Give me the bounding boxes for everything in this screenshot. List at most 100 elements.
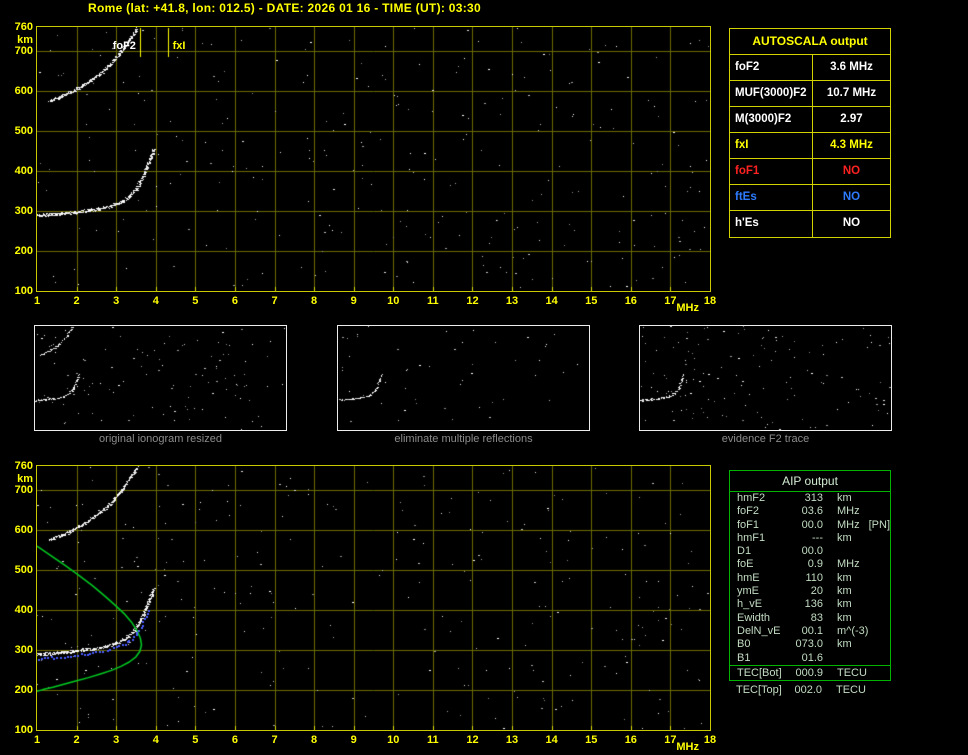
aip-row-label: foF1: [737, 518, 760, 531]
x-tick-label: 9: [350, 734, 357, 746]
autoscala-row-value: 2.97: [840, 113, 863, 125]
thumbnail-caption-evidence: evidence F2 trace: [721, 433, 810, 445]
x-tick-label: 8: [311, 734, 318, 746]
x-tick-label: 8: [311, 295, 318, 307]
x-tick-label: 18: [703, 734, 717, 746]
aip-row-tec-bot-: TEC[Bot] 000.9 TECU: [730, 664, 890, 680]
x-tick-label: 14: [545, 734, 558, 746]
x-tick-label: 15: [585, 295, 598, 307]
aip-table-header: AIP output: [730, 471, 890, 492]
aip-row-value: 313: [804, 492, 823, 504]
x-tick-label: 2: [73, 295, 80, 307]
aip-row-unit: MHz [PN]: [837, 518, 891, 531]
aip-row-ewidth: Ewidth 83 km: [730, 612, 890, 625]
x-tick-label: 16: [624, 734, 637, 746]
aip-row-tec-top-: TEC[Top] 002.0 TECU: [729, 684, 891, 697]
aip-row-b0: B0 073.0 km: [730, 638, 890, 651]
aip-row-unit: km: [837, 492, 852, 504]
aip-row-label: D1: [737, 545, 752, 558]
aip-row-value: 83: [810, 611, 823, 624]
aip-row-label: TEC[Top]: [736, 684, 782, 696]
aip-row-deln-ve: DelN_vE 00.1 m^(-3): [730, 625, 890, 638]
autoscala-row-fof1: foF1 NO: [730, 159, 890, 185]
aip-row-hmf2: hmF2 313 km: [730, 492, 890, 505]
aip-row-unit: km: [837, 638, 852, 651]
aip-row-fof2: foF2 03.6 MHz: [730, 505, 890, 518]
x-axis-unit: MHz: [676, 741, 699, 753]
aip-row-label: hmF1: [737, 531, 766, 544]
autoscala-row-label: M(3000)F2: [730, 107, 813, 132]
aip-row-foe: foE 0.9 MHz: [730, 558, 890, 571]
thumbnail-caption-eliminate: eliminate multiple reflections: [394, 433, 533, 445]
aip-row-label: TEC[Bot]: [737, 666, 782, 679]
autoscala-window: Rome (lat: +41.8, lon: 012.5) - DATE: 20…: [0, 0, 968, 755]
aip-row-value: 000.9: [795, 666, 823, 679]
aip-row-d1: D1 00.0: [730, 545, 890, 558]
aip-row-extra: [PN]: [868, 518, 891, 531]
aip-row-hmf1: hmF1 --- km: [730, 532, 890, 545]
aip-row-unit: MHz: [837, 505, 860, 518]
x-tick-label: 5: [192, 295, 199, 307]
x-tick-label: 4: [152, 295, 159, 307]
autoscala-row-value: 3.6 MHz: [830, 61, 873, 73]
top-ionogram-plot: [36, 26, 711, 292]
aip-row-unit: km: [837, 611, 852, 624]
y-axis-unit: km: [17, 34, 33, 46]
y-tick-label: 300: [14, 205, 33, 217]
x-tick-label: 7: [271, 734, 278, 746]
x-tick-label: 4: [152, 734, 159, 746]
y-tick-label: 500: [14, 125, 33, 137]
autoscala-row-label: fxI: [730, 133, 813, 158]
x-tick-label: 1: [33, 734, 41, 746]
x-tick-label: 16: [624, 295, 637, 307]
x-axis-unit: MHz: [676, 302, 699, 314]
autoscala-row-value: NO: [842, 217, 861, 229]
aip-row-yme: ymE 20 km: [730, 585, 890, 598]
aip-row-value: 136: [804, 598, 823, 611]
aip-row-value: 0.9: [807, 558, 823, 571]
autoscala-row-h-es: h'Es NO: [730, 211, 890, 237]
aip-row-unit: TECU: [837, 666, 867, 679]
aip-row-label: ymE: [737, 585, 759, 598]
x-tick-label: 3: [113, 734, 120, 746]
thumbnail-evidence-canvas: [640, 326, 891, 430]
window-title: Rome (lat: +41.8, lon: 012.5) - DATE: 20…: [88, 1, 481, 15]
aip-row-label: B0: [737, 638, 751, 651]
x-tick-label: 18: [703, 295, 717, 307]
x-tick-label: 3: [113, 295, 120, 307]
y-tick-label: 400: [14, 604, 33, 616]
aip-row-label: B1: [737, 651, 751, 664]
aip-row-value: 20: [810, 585, 823, 598]
x-tick-label: 12: [466, 734, 479, 746]
aip-row-value: 00.0: [801, 545, 823, 558]
aip-row-unit: [823, 545, 890, 558]
aip-row-b1: B1 01.6: [730, 652, 890, 665]
top-ionogram-canvas: [37, 27, 710, 291]
y-axis-unit: km: [17, 473, 33, 485]
aip-row-unit: km: [837, 598, 852, 611]
autoscala-row-value: 10.7 MHz: [826, 87, 877, 99]
x-tick-label: 13: [505, 734, 519, 746]
fxi-marker-label: fxI: [172, 40, 186, 52]
autoscala-row-m-3000-f2: M(3000)F2 2.97: [730, 107, 890, 133]
aip-row-unit: [823, 652, 890, 665]
aip-row-value: 00.0: [801, 518, 823, 531]
autoscala-row-value: NO: [842, 191, 861, 203]
thumbnail-eliminate-canvas: [338, 326, 589, 430]
aip-row-label: DelN_vE: [737, 624, 781, 637]
autoscala-row-muf-3000-f2: MUF(3000)F2 10.7 MHz: [730, 81, 890, 107]
x-tick-label: 15: [585, 734, 598, 746]
aip-row-value: ---: [812, 531, 823, 544]
thumbnail-evidence-f2: [639, 325, 892, 431]
aip-row-unit: km: [837, 585, 852, 598]
x-tick-label: 11: [427, 295, 439, 307]
aip-row-unit: km: [837, 531, 852, 544]
aip-output-table: AIP output hmF2 313 km foF2 03.6 MHz foF1 00.0 M…: [729, 470, 891, 681]
aip-row-unit: TECU: [836, 684, 866, 696]
thumbnail-caption-original: original ionogram resized: [99, 433, 222, 445]
aip-row-value: 002.0: [794, 684, 822, 696]
thumbnail-original-ionogram: [34, 325, 287, 431]
x-tick-label: 11: [427, 734, 439, 746]
y-tick-label: 700: [14, 484, 33, 496]
aip-row-unit: MHz: [837, 558, 860, 571]
